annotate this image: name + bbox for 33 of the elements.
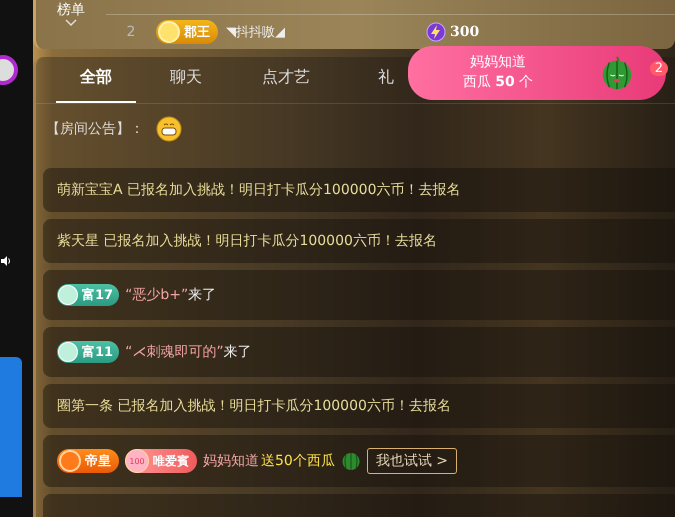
chevron-icon[interactable] [65, 19, 77, 26]
title-badge: 郡王 [156, 20, 218, 44]
rank-number: 2 [126, 24, 136, 40]
gift-text: 送50个西瓜 [261, 452, 335, 470]
title-badge: 帝皇 [57, 449, 119, 473]
try-button[interactable]: 我也试试 > [366, 448, 458, 474]
leaderboard-label[interactable]: 榜单 [57, 1, 85, 19]
notice-text[interactable]: 萌新宝宝A 已报名加入挑战！明日打卡瓜分100000六币！去报名 [57, 181, 460, 199]
tab[interactable]: 聊天 [136, 57, 236, 103]
user-name: ◥抖抖嗷◢ [226, 24, 286, 41]
tab[interactable]: 全部 [56, 57, 136, 103]
enter-text: 来了 [188, 286, 216, 304]
announcement-label: 【房间公告】： [46, 120, 144, 138]
tab[interactable]: 礼 [336, 57, 436, 103]
wealth-badge: 富11 [57, 341, 120, 363]
score: 300 [450, 24, 480, 40]
user-name[interactable]: 妈妈知道 [203, 452, 259, 470]
grin-emoji-icon [156, 116, 182, 142]
watermelon-icon [340, 451, 361, 471]
gift-amount: 西瓜 50 个 [462, 73, 534, 92]
enter-text: 来了 [224, 343, 252, 361]
notice-text[interactable]: 圈第一条 已报名加入挑战！明日打卡瓜分100000六币！去报名 [57, 397, 451, 415]
heart-level-icon: 100 [125, 449, 149, 473]
user-name[interactable]: “恶少b+” [125, 286, 188, 304]
count-badge: 2 [650, 61, 668, 76]
lightning-icon [426, 22, 446, 42]
tab[interactable]: 点才艺 [236, 57, 336, 103]
notice-text[interactable]: 紫天星 已报名加入挑战！明日打卡瓜分100000六币！去报名 [57, 232, 437, 250]
fan-badge-label: 唯爱賓 [153, 452, 189, 470]
wealth-badge: 富17 [57, 284, 120, 306]
user-name[interactable]: “⋌刺魂即可的” [125, 343, 224, 361]
sender-name: 妈妈知道 [470, 53, 526, 72]
speaker-icon[interactable] [0, 255, 12, 267]
